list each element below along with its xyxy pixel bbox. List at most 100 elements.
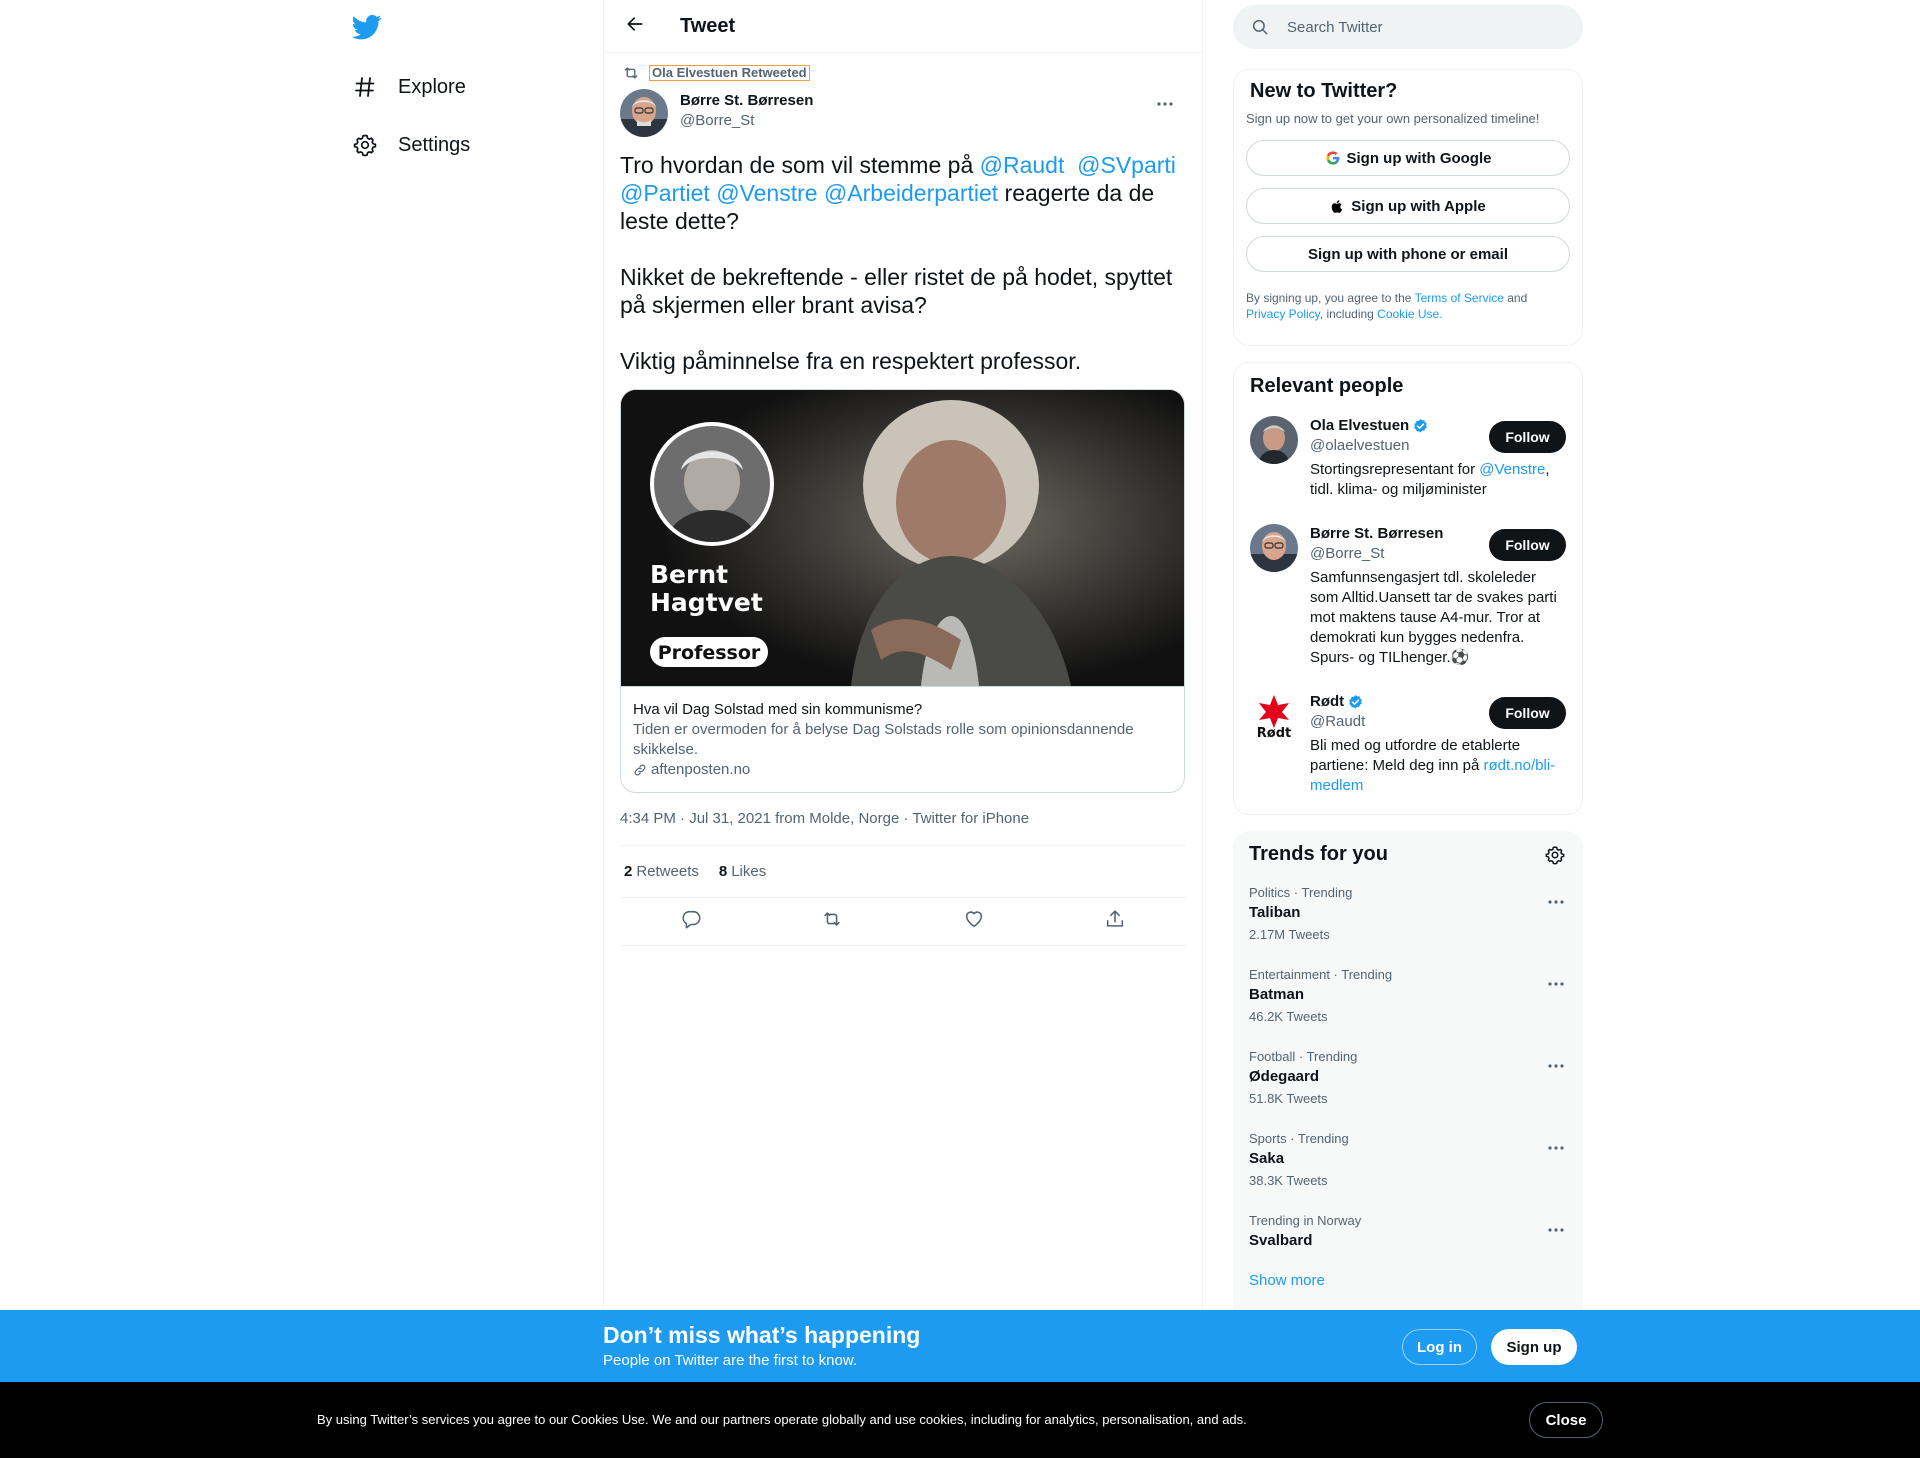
back-button[interactable] [618,9,652,43]
rodt-logo-text: Rødt [1257,726,1291,740]
trends-title: Trends for you [1249,843,1388,865]
trend-item[interactable]: Entertainment · Trending Batman 46.2K Tw… [1233,956,1583,1038]
trend-more-button[interactable] [1547,1056,1567,1068]
trend-name: Ødegaard [1249,1068,1320,1085]
nav-explore[interactable]: Explore [352,67,466,107]
follow-button[interactable]: Follow [1489,697,1566,729]
nav-explore-label: Explore [398,75,466,98]
tweet-more-button[interactable] [1152,93,1178,113]
tweet-timestamp[interactable]: 4:34 PM · Jul 31, 2021 from Molde, Norge… [620,809,1186,829]
person-card[interactable]: Rødt Rødt @Raudt Bli med og utfordre de … [1234,692,1582,796]
trend-item[interactable]: Football · Trending Ødegaard 51.8K Tweet… [1233,1038,1583,1120]
likes-stat[interactable]: 8 Likes [719,863,766,880]
trend-item[interactable]: Sports · Trending Saka 38.3K Tweets [1233,1120,1583,1202]
more-dots-icon [1156,94,1174,112]
banner-subtitle: People on Twitter are the first to know. [603,1352,858,1369]
hashtag-icon [352,74,378,100]
follow-button[interactable]: Follow [1489,529,1566,561]
nav-settings[interactable]: Settings [352,125,470,165]
privacy-link[interactable]: Privacy Policy [1246,307,1320,321]
person-card[interactable]: Børre St. Børresen @Borre_St Samfunnseng… [1234,524,1582,668]
new-to-twitter-panel: New to Twitter? Sign up now to get your … [1233,69,1583,346]
signup-banner: Don’t miss what’s happening People on Tw… [0,1310,1920,1382]
trend-name: Svalbard [1249,1232,1313,1249]
mention-link[interactable]: @SVparti [1077,152,1176,178]
trend-more-button[interactable] [1547,1220,1567,1232]
reply-button[interactable] [674,905,708,939]
terms-link[interactable]: Terms of Service [1415,291,1504,305]
author-name[interactable]: Børre St. Børresen [680,91,813,111]
twitter-logo-icon[interactable] [351,12,382,42]
sidebar-right: Search Twitter New to Twitter? Sign up n… [1233,0,1583,1391]
cookie-close-button[interactable]: Close [1529,1402,1603,1438]
legal-text: and [1503,291,1528,305]
search-input[interactable]: Search Twitter [1287,19,1383,36]
mention-link[interactable]: @Venstre [716,180,817,206]
card-overlay-name-2: Hagtvet [650,588,763,617]
tweet-text-part: Tro hvordan de som vil stemme på [620,152,980,178]
heart-icon [963,908,985,935]
mention-link[interactable]: @Partiet [620,180,710,206]
like-button[interactable] [957,905,991,939]
link-card[interactable]: Bernt Hagtvet Professor Hva vil Dag Sols… [620,389,1185,793]
trend-more-button[interactable] [1547,892,1567,904]
signup-phone-button[interactable]: Sign up with phone or email [1246,236,1570,272]
nav-settings-label: Settings [398,133,471,156]
mention-link[interactable]: @Arbeiderpartiet [824,180,998,206]
signup-apple-button[interactable]: Sign up with Apple [1246,188,1570,224]
card-meta: Hva vil Dag Solstad med sin kommunisme? … [621,686,1184,792]
main-column: Tweet Ola Elvestuen Retweeted Børre St. … [603,0,1203,1458]
trend-category: Trending in Norway [1249,1213,1362,1228]
retweets-label: Retweets [636,863,699,880]
link-icon [633,763,647,777]
search-box[interactable]: Search Twitter [1233,5,1583,49]
author-avatar[interactable] [620,89,668,137]
retweeted-by-link[interactable]: Ola Elvestuen Retweeted [649,65,810,81]
new-to-twitter-title: New to Twitter? [1250,80,1398,102]
trend-count: 2.17M Tweets [1249,927,1330,942]
trend-category: Politics · Trending [1249,885,1353,900]
likes-label: Likes [731,863,767,880]
cookie-text: By using Twitter’s services you agree to… [317,1412,1247,1427]
trend-more-button[interactable] [1547,974,1567,986]
mention-link[interactable]: @Raudt [980,152,1065,178]
share-icon [1104,908,1126,935]
verified-badge-icon [1412,418,1429,435]
more-dots-icon [1547,974,1565,991]
retweets-stat[interactable]: 2 Retweets [624,863,699,880]
tweet-paragraph: Viktig påminnelse fra en respektert prof… [620,348,1082,374]
trend-name: Batman [1249,986,1305,1003]
trends-settings-button[interactable] [1545,845,1567,867]
signup-google-button[interactable]: Sign up with Google [1246,140,1570,176]
bio-mention-link[interactable]: @Venstre [1479,461,1545,478]
retweet-button[interactable] [815,905,849,939]
share-button[interactable] [1098,905,1132,939]
author-handle[interactable]: @Borre_St [680,111,813,131]
trend-count: 46.2K Tweets [1249,1009,1328,1024]
tweet-actions [620,898,1186,946]
signup-button[interactable]: Sign up [1491,1329,1577,1365]
follow-button[interactable]: Follow [1489,421,1566,453]
relevant-people-panel: Relevant people Ola Elvestuen @olaelvest… [1233,362,1583,815]
tweet-paragraph: Nikket de bekreftende - eller ristet de … [620,264,1173,318]
login-button[interactable]: Log in [1402,1329,1477,1365]
trend-item[interactable]: Politics · Trending Taliban 2.17M Tweets [1233,874,1583,956]
trend-name: Saka [1249,1150,1285,1167]
card-overlay-role: Professor [658,642,761,664]
retweet-icon [622,64,640,82]
person-avatar[interactable] [1250,524,1298,572]
rodt-logo[interactable]: Rødt [1250,692,1298,740]
google-icon [1325,150,1341,166]
show-more-link[interactable]: Show more [1233,1272,1583,1289]
person-card[interactable]: Ola Elvestuen @olaelvestuen Stortingsrep… [1234,416,1582,500]
more-dots-icon [1547,1138,1565,1155]
card-description: Tiden er overmoden for å belyse Dag Sols… [633,721,1134,758]
trend-item[interactable]: Trending in Norway Svalbard [1233,1202,1583,1268]
trend-name: Taliban [1249,904,1301,921]
signup-legal: By signing up, you agree to the Terms of… [1234,290,1582,322]
trend-more-button[interactable] [1547,1138,1567,1150]
card-image: Bernt Hagtvet Professor [621,390,1184,686]
banner-title: Don’t miss what’s happening [603,1322,921,1348]
person-avatar[interactable] [1250,416,1298,464]
cookie-link[interactable]: Cookie Use. [1377,307,1442,321]
